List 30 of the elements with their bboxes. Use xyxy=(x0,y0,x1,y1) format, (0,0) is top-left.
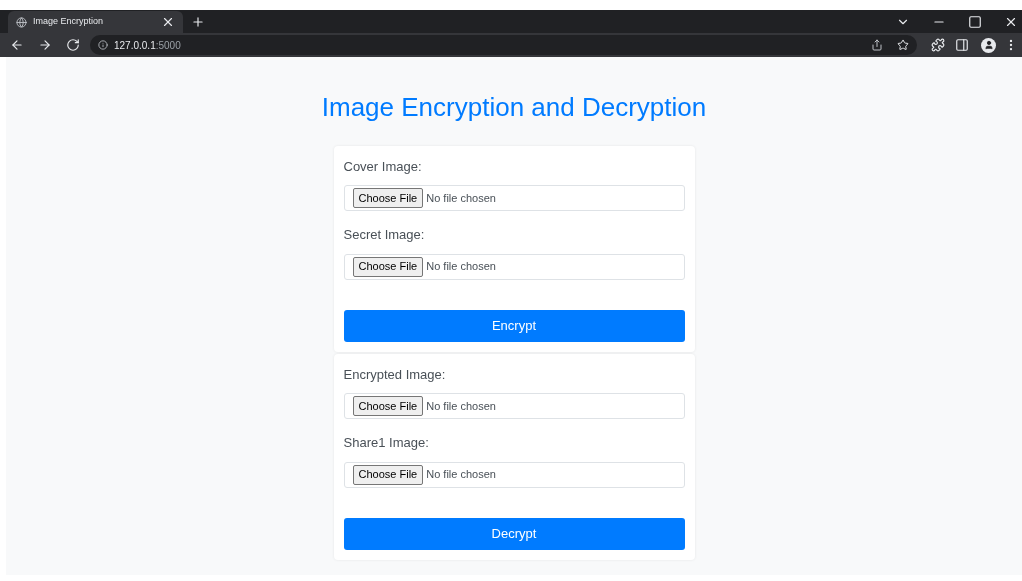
file-input[interactable]: Choose File No file chosen xyxy=(343,253,685,280)
info-icon xyxy=(98,40,108,50)
submit-button[interactable]: Encrypt xyxy=(343,309,685,342)
reload-icon[interactable] xyxy=(66,38,80,52)
field-label: Share1 Image: xyxy=(343,434,430,452)
new-tab-icon[interactable] xyxy=(191,15,205,29)
side-panel-icon[interactable] xyxy=(955,38,969,52)
field-label: Cover Image: xyxy=(343,157,423,176)
browser-tab[interactable]: Image Encryption xyxy=(8,11,183,33)
page-title: Image Encryption and Decryption xyxy=(321,91,707,124)
close-icon[interactable] xyxy=(161,15,175,29)
submit-button[interactable]: Decrypt xyxy=(343,517,685,550)
puzzle-icon[interactable] xyxy=(931,38,945,52)
back-icon[interactable] xyxy=(10,38,24,52)
globe-icon xyxy=(16,16,27,28)
file-input[interactable]: Choose File No file chosen xyxy=(343,461,685,488)
file-input[interactable]: Choose File No file chosen xyxy=(343,393,685,419)
file-input[interactable]: Choose File No file chosen xyxy=(343,185,685,211)
address-bar[interactable]: 127.0.0.1:5000 xyxy=(90,35,917,55)
maximize-icon[interactable] xyxy=(968,15,982,29)
url-host: 127.0.0.1 xyxy=(114,39,156,51)
url-port: :5000 xyxy=(155,39,181,51)
star-icon[interactable] xyxy=(897,39,909,51)
tab-title: Image Encryption xyxy=(33,15,105,29)
share-icon[interactable] xyxy=(871,39,883,51)
profile-icon[interactable] xyxy=(981,37,996,53)
field-label: Secret Image: xyxy=(343,226,426,244)
close-icon[interactable] xyxy=(1004,15,1018,29)
forward-icon[interactable] xyxy=(38,38,52,52)
field-label: Encrypted Image: xyxy=(343,365,447,384)
